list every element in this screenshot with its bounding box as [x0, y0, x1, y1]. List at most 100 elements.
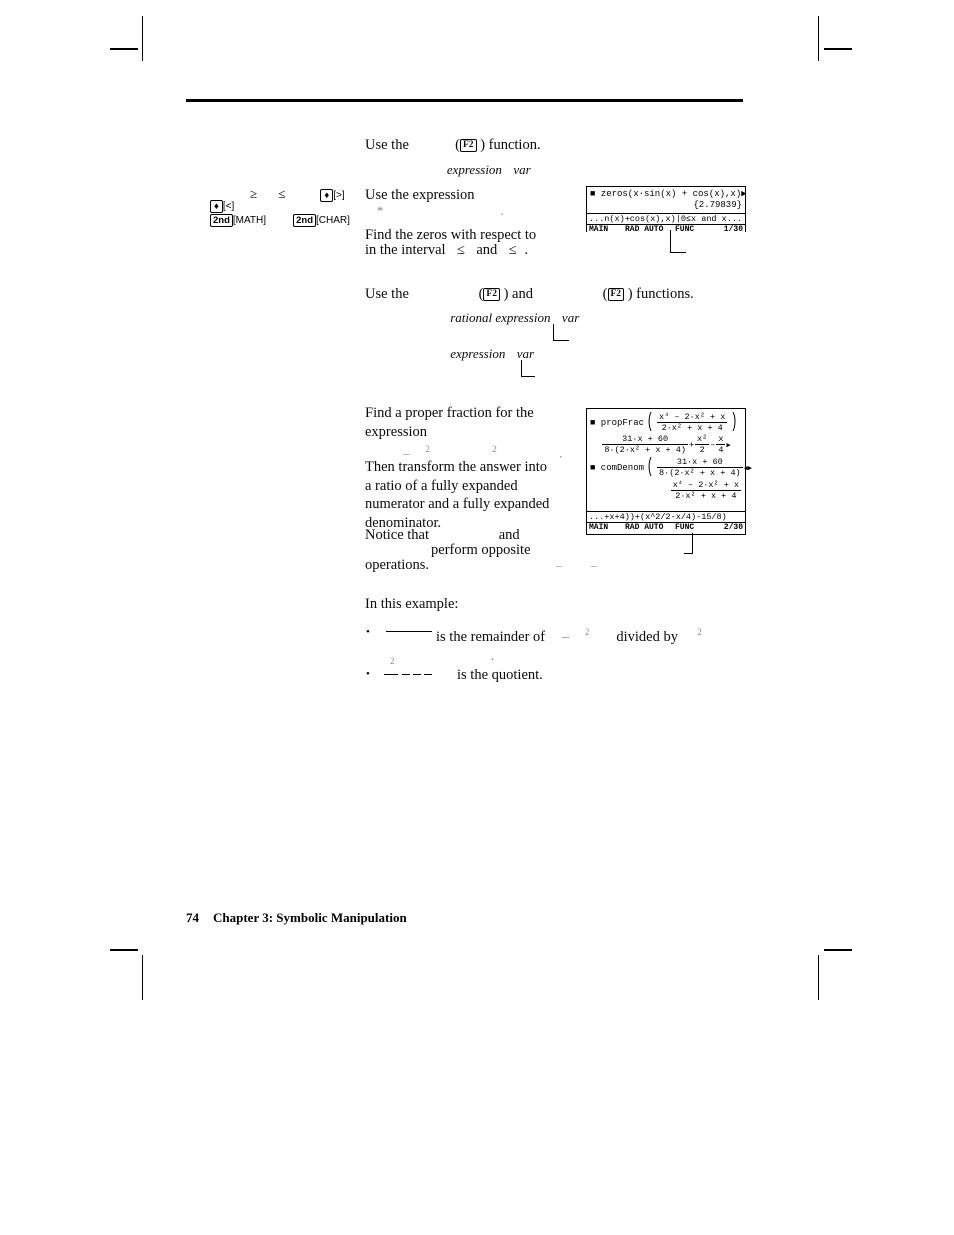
- screen2-status-pages: 2/30: [723, 523, 743, 532]
- screen2-status-graph: FUNC: [675, 523, 695, 532]
- comdenom-syntax-comma: ,: [505, 346, 513, 365]
- screen2-result1-term2-den: 2: [699, 445, 705, 455]
- screen1-status-mode: MAIN: [589, 225, 609, 234]
- bullet-2-rule-d: [424, 674, 432, 675]
- bullet-2-rule-a: [384, 674, 398, 675]
- screen2-comdenom-arg-fraction: 31·x + 60 8·(2·x² + x + 4): [657, 457, 743, 478]
- second-key-icon-math[interactable]: 2nd: [210, 214, 233, 227]
- screen2-result1-term3-den: 4: [718, 445, 724, 455]
- diamond-key-icon-lt[interactable]: ♦: [210, 200, 223, 213]
- propfrac-syntax-rational-expression: rational expression: [450, 310, 551, 325]
- math-key-label: [MATH]: [232, 215, 267, 226]
- header-rule: [186, 99, 743, 102]
- propfrac-and-label: ) and: [503, 286, 533, 302]
- diamond-key-icon-gt[interactable]: ♦: [320, 188, 334, 202]
- zeros-find-line2: in the interval 0≤x and x≤3.: [365, 241, 665, 261]
- propfrac-para1: Find a proper fraction for the expressio…: [365, 404, 595, 441]
- screen1-entry-line-text: ...n(x)+cos(x),x)|0≤x and x...: [589, 214, 743, 224]
- open-paren-icon-1: (: [646, 410, 654, 434]
- screen1-entry-text: ■ zeros(x·sin(x) + cos(x),x): [590, 189, 742, 199]
- crop-mark-bottom-left-vertical: [142, 955, 143, 1000]
- crop-mark-top-left-vertical: [142, 16, 143, 61]
- zeros-interval-x1: x: [465, 242, 473, 261]
- bullet-1-sup-d: 2: [697, 627, 702, 637]
- zeros-syntax-comma: ,: [502, 162, 510, 181]
- bullet-2-quotient-text: is the quotient.: [457, 666, 677, 685]
- bullet-2-rule-c: [413, 674, 421, 675]
- greater-than-key-label: [>]: [333, 189, 345, 201]
- zeros-expr-trig: sin(x) + cos(x): [383, 203, 500, 222]
- page-number: 74: [186, 910, 199, 925]
- char-key-label: [CHAR]: [316, 215, 350, 226]
- bullet-1-minus: –: [561, 628, 570, 645]
- comdenom-paren-open: (: [602, 286, 608, 302]
- crop-mark-bottom-left-horizontal: [110, 949, 138, 951]
- zeros-syntax-expression: expression: [446, 162, 502, 177]
- open-paren-icon-2: (: [646, 455, 654, 479]
- propfrac-notice-operations: operations.: [365, 557, 430, 573]
- chapter-title: Chapter 3: Symbolic Manipulation: [213, 910, 407, 925]
- zeros-syntax-close: ): [531, 162, 539, 181]
- screen2-propfrac-entry: ■ propFrac(x⁴ – 2·x² + x 2·x² + x + 4): [590, 412, 742, 433]
- bullet-1-expr-x: x: [549, 629, 557, 648]
- screen2-propfrac-arg-denominator: 2·x² + x + 4: [661, 423, 723, 433]
- screen2-entry-line-text: ...+x+4))+(x^2/2-x/4)-15/8): [589, 512, 727, 522]
- screen2-entry-line[interactable]: ...+x+4))+(x^2/2-x/4)-15/8): [587, 512, 745, 522]
- bullet-1-dot: •: [366, 626, 370, 638]
- screen1-result-text: {2.79839}: [693, 200, 742, 210]
- example-intro: In this example:: [365, 595, 565, 614]
- second-key-icon-char[interactable]: 2nd: [293, 214, 316, 227]
- zeros-interval-x2: x: [501, 242, 509, 261]
- zeros-instruction-line: Use the zeros (F2 ) function.: [365, 136, 695, 156]
- propfrac-tick1: –: [556, 558, 562, 572]
- crop-mark-bottom-right-horizontal: [824, 949, 852, 951]
- screen1-entry-line[interactable]: ...n(x)+cos(x),x)|0≤x and x...: [587, 214, 745, 224]
- bullet-1-fraction-rule: [386, 631, 432, 632]
- zeros-expression-value: x*sin(x) + cos(x).: [369, 202, 609, 222]
- zeros-interval-and: and: [476, 242, 498, 258]
- screen2-propfrac-command: ■ propFrac: [590, 417, 645, 428]
- zeros-interval-le2: ≤: [508, 242, 517, 258]
- zeros-expr-period: .: [500, 203, 504, 218]
- screen2-propfrac-result: 31·x + 60 8·(2·x² + x + 4) + x² 2– x 4 ▶: [590, 434, 742, 455]
- zeros-command-name: zeros: [413, 137, 452, 156]
- zeros-use-the-label: Use the: [365, 137, 409, 153]
- comdenom-syntax-leader: [513, 360, 543, 382]
- zeros-use-expression-label: Use the expression: [365, 187, 475, 203]
- bullet-2-rule-b: [402, 674, 410, 675]
- screen2-result1-fraction: 31·x + 60 8·(2·x² + x + 4): [602, 434, 688, 455]
- screen2-history-area: ■ propFrac(x⁴ – 2·x² + x 2·x² + x + 4) 31…: [587, 409, 752, 511]
- crop-mark-top-right-vertical: [818, 16, 819, 61]
- less-than-key-label: [<]: [222, 201, 235, 212]
- screen2-result1-term2-num: x²: [695, 434, 710, 445]
- keys-row-2nd: 2nd [MATH] 2nd [CHAR]: [210, 214, 350, 227]
- bullet-1-divided-by: divided by: [616, 628, 678, 645]
- propfrac-para2-line1: Then transform the answer into: [365, 459, 548, 475]
- screen1-status-pages: 1/30: [723, 225, 743, 234]
- bullet-1-expr-d: 2x: [682, 629, 698, 648]
- screen2-result1-minus: –: [710, 439, 716, 450]
- comdenom-command-name: comDenom: [537, 286, 599, 305]
- screen1-result: {2.79839}: [590, 200, 742, 211]
- propfrac-command-name: propFrac: [413, 286, 475, 305]
- screen2-comdenom-command: ■ comDenom: [590, 462, 645, 473]
- screen2-status-bar: MAIN RAD AUTO FUNC 2/30: [587, 522, 745, 533]
- propfrac-tick2: –: [591, 558, 597, 572]
- propfrac-para1-line1: Find a proper fraction for the: [365, 405, 534, 421]
- comdenom-syntax-expression: expression: [450, 346, 506, 361]
- f2-key-icon[interactable]: F2: [460, 139, 477, 153]
- close-paren-icon-1: ): [731, 410, 738, 434]
- screen2-result1-denominator: 8·(2·x² + x + 4): [604, 445, 686, 455]
- keys-row-diamond-lt: ♦ [<]: [210, 200, 234, 213]
- zeros-expr-x: x: [369, 203, 377, 222]
- screen2-result1-term3-num: x: [716, 434, 726, 445]
- zeros-function-suffix: ) function.: [480, 137, 541, 153]
- screen1-history-area: ■ zeros(x·sin(x) + cos(x),x)▶ {2.79839}: [587, 187, 747, 213]
- zeros-interval-label: in the interval: [365, 242, 446, 258]
- screen1-leader-line: [640, 230, 686, 258]
- f2-key-icon-propfrac[interactable]: F2: [483, 288, 500, 302]
- screen1-entry-echo: ■ zeros(x·sin(x) + cos(x),x)▶: [590, 189, 747, 200]
- f2-key-icon-comdenom[interactable]: F2: [607, 288, 625, 302]
- crop-mark-top-right-horizontal: [824, 48, 852, 50]
- bullet-1-remainder-text: is the remainder of x4–2x2+ x divided by…: [436, 623, 736, 667]
